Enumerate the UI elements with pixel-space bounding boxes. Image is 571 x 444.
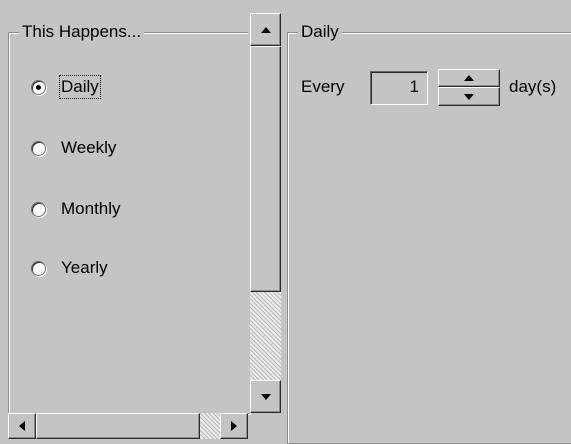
scroll-up-button[interactable] <box>250 13 281 46</box>
interval-spinner[interactable] <box>438 69 500 106</box>
vertical-scrollbar[interactable] <box>248 13 282 413</box>
hscroll-track[interactable] <box>200 413 220 439</box>
daily-groupbox: Daily Every 1 day(s) <box>287 21 571 444</box>
spin-down-icon <box>464 93 474 100</box>
interval-value: 1 <box>409 77 419 96</box>
radio-daily-label: Daily <box>59 75 101 99</box>
every-label: Every <box>301 77 345 96</box>
scroll-track[interactable] <box>250 292 281 380</box>
radio-daily-button[interactable] <box>31 79 46 95</box>
radio-yearly-label: Yearly <box>61 258 108 277</box>
scroll-left-button[interactable] <box>8 413 36 439</box>
daily-group-title: Daily <box>298 21 342 43</box>
spin-up-icon <box>464 75 474 81</box>
scroll-right-button[interactable] <box>220 413 248 439</box>
frequency-groupbox: This Happens... Daily Weekly Monthly Yea… <box>8 21 250 414</box>
radio-weekly-label: Weekly <box>61 138 117 157</box>
radio-yearly[interactable]: Yearly <box>31 256 109 280</box>
scroll-down-icon <box>260 393 271 400</box>
scroll-up-icon <box>260 26 271 33</box>
horizontal-scrollbar[interactable] <box>8 413 248 439</box>
scroll-left-icon <box>19 421 25 431</box>
scroll-down-button[interactable] <box>250 380 281 413</box>
hscroll-thumb[interactable] <box>36 413 200 439</box>
interval-input[interactable]: 1 <box>370 71 428 105</box>
radio-monthly[interactable]: Monthly <box>31 197 122 221</box>
radio-weekly-button[interactable] <box>31 140 46 156</box>
radio-monthly-button[interactable] <box>31 201 46 217</box>
radio-weekly[interactable]: Weekly <box>31 136 117 160</box>
radio-yearly-button[interactable] <box>31 260 46 276</box>
radio-monthly-label: Monthly <box>61 199 121 218</box>
spin-up-button[interactable] <box>438 69 500 87</box>
scroll-right-icon <box>231 421 237 431</box>
spin-down-button[interactable] <box>438 87 500 106</box>
radio-daily[interactable]: Daily <box>31 75 101 99</box>
scroll-thumb[interactable] <box>250 46 281 292</box>
unit-label: day(s) <box>509 77 557 96</box>
frequency-group-title: This Happens... <box>19 21 145 43</box>
